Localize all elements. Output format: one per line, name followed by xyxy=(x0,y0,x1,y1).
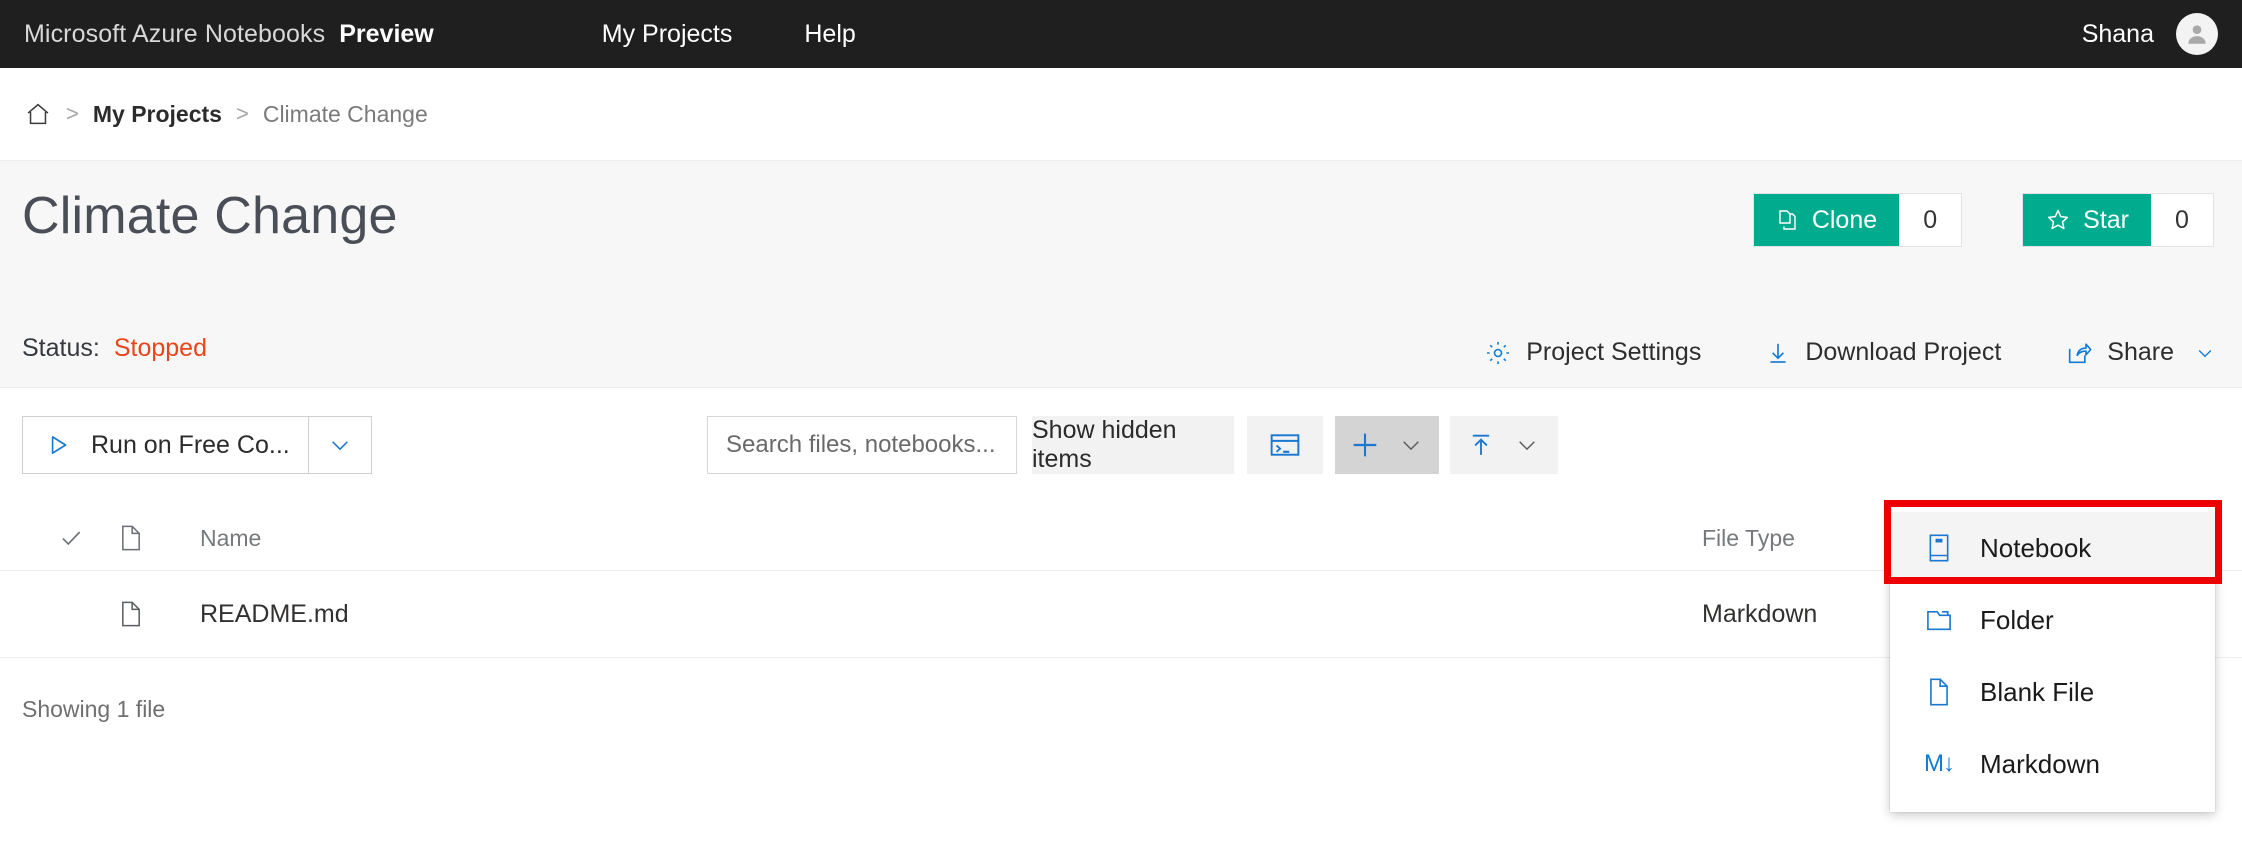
download-project-label: Download Project xyxy=(1805,338,2002,366)
play-icon xyxy=(51,436,67,454)
project-settings-label: Project Settings xyxy=(1526,338,1702,366)
menu-item-markdown-label: Markdown xyxy=(1980,748,2100,779)
home-icon xyxy=(27,103,49,125)
select-all-checkbox[interactable] xyxy=(0,525,102,551)
star-icon xyxy=(2048,209,2069,230)
file-icon xyxy=(1924,677,1954,707)
row-file-name[interactable]: README.md xyxy=(160,600,1702,629)
download-project-button[interactable]: Download Project xyxy=(1765,338,2001,367)
terminal-icon xyxy=(1270,434,1300,456)
avatar[interactable] xyxy=(2176,13,2218,55)
show-hidden-items-label: Show hidden items xyxy=(1032,416,1177,473)
star-count: 0 xyxy=(2151,194,2213,246)
top-navigation-bar: Microsoft Azure Notebooks Preview My Pro… xyxy=(0,0,2242,68)
clone-button-label: Clone xyxy=(1811,205,1878,234)
menu-item-folder-label: Folder xyxy=(1980,604,2054,635)
markdown-icon: M↓ xyxy=(1924,750,1955,777)
run-on-free-compute-button[interactable]: Run on Free Co... xyxy=(23,417,308,473)
checkmark-icon xyxy=(62,531,81,546)
column-header-type-icon[interactable] xyxy=(102,524,160,552)
menu-item-blank-file[interactable]: Blank File xyxy=(1890,656,2215,728)
run-dropdown-toggle[interactable] xyxy=(307,417,371,473)
add-new-dropdown-menu: Notebook Folder Blank File M↓ Markdown xyxy=(1890,506,2215,812)
star-button-label: Star xyxy=(2083,205,2129,234)
menu-item-notebook-label: Notebook xyxy=(1980,532,2092,563)
terminal-button[interactable] xyxy=(1247,416,1323,474)
nav-link-help[interactable]: Help xyxy=(804,20,855,49)
clone-button-group: Clone 0 xyxy=(1752,193,1963,247)
chevron-down-icon xyxy=(2198,349,2212,357)
show-hidden-items-button[interactable]: Show hidden items xyxy=(1032,416,1234,474)
menu-item-markdown[interactable]: M↓ Markdown xyxy=(1890,728,2215,800)
search-box[interactable] xyxy=(707,416,1066,474)
nav-link-my-projects[interactable]: My Projects xyxy=(602,20,733,49)
add-new-button[interactable] xyxy=(1335,416,1439,474)
user-name: Shana xyxy=(2081,19,2154,48)
search-input[interactable] xyxy=(708,416,1038,474)
copy-icon xyxy=(1779,210,1796,230)
status-label: Status: xyxy=(22,334,100,362)
star-button[interactable]: Star xyxy=(2023,194,2151,246)
download-icon xyxy=(1770,343,1786,363)
clone-count: 0 xyxy=(1899,194,1962,246)
share-icon xyxy=(2069,342,2092,363)
share-button[interactable]: Share xyxy=(2065,338,2218,367)
chevron-down-icon xyxy=(1403,441,1419,451)
upload-icon xyxy=(1472,434,1490,455)
person-icon xyxy=(2188,25,2206,44)
chevron-down-icon xyxy=(331,441,348,451)
project-header: Climate Change Clone 0 Star 0 Status: St… xyxy=(0,160,2242,388)
project-header-buttons: Clone 0 Star 0 xyxy=(1752,193,2214,247)
brand-title[interactable]: Microsoft Azure Notebooks xyxy=(24,20,325,49)
breadcrumb-item-my-projects[interactable]: My Projects xyxy=(93,101,222,128)
page-title: Climate Change xyxy=(22,187,398,245)
column-header-name[interactable]: Name xyxy=(160,525,1702,552)
folder-icon xyxy=(1924,607,1954,633)
file-icon xyxy=(122,525,140,551)
user-menu[interactable]: Shana xyxy=(2082,0,2218,68)
status-badge: Stopped xyxy=(113,334,207,362)
chevron-down-icon xyxy=(1519,441,1535,451)
breadcrumb-item-climate-change: Climate Change xyxy=(262,100,428,127)
row-file-icon xyxy=(102,600,160,628)
notebook-icon xyxy=(1924,533,1954,563)
share-label: Share xyxy=(2107,338,2174,366)
status-row: Status: Stopped xyxy=(22,334,207,363)
breadcrumb: > My Projects > Climate Change xyxy=(0,68,2242,160)
star-button-group: Star 0 xyxy=(2022,193,2214,247)
project-actions: Project Settings Download Project Share xyxy=(1484,338,2218,367)
clone-button[interactable]: Clone xyxy=(1753,194,1900,246)
menu-item-blank-file-label: Blank File xyxy=(1980,676,2095,707)
plus-icon xyxy=(1353,433,1377,457)
project-settings-button[interactable]: Project Settings xyxy=(1484,338,1701,367)
preview-badge: Preview xyxy=(339,19,434,48)
breadcrumb-separator-1: > xyxy=(66,101,79,126)
run-button-group: Run on Free Co... xyxy=(22,416,372,474)
menu-item-folder[interactable]: Folder xyxy=(1890,584,2215,656)
file-icon xyxy=(122,601,140,627)
menu-item-notebook[interactable]: Notebook xyxy=(1890,512,2215,584)
upload-button[interactable] xyxy=(1450,416,1558,474)
gear-icon xyxy=(1487,341,1510,364)
breadcrumb-separator-2: > xyxy=(235,101,249,126)
file-toolbar: Run on Free Co... Show hidden items xyxy=(0,388,2242,506)
breadcrumb-home-link[interactable] xyxy=(24,100,52,128)
run-button-label: Run on Free Co... xyxy=(91,430,290,459)
